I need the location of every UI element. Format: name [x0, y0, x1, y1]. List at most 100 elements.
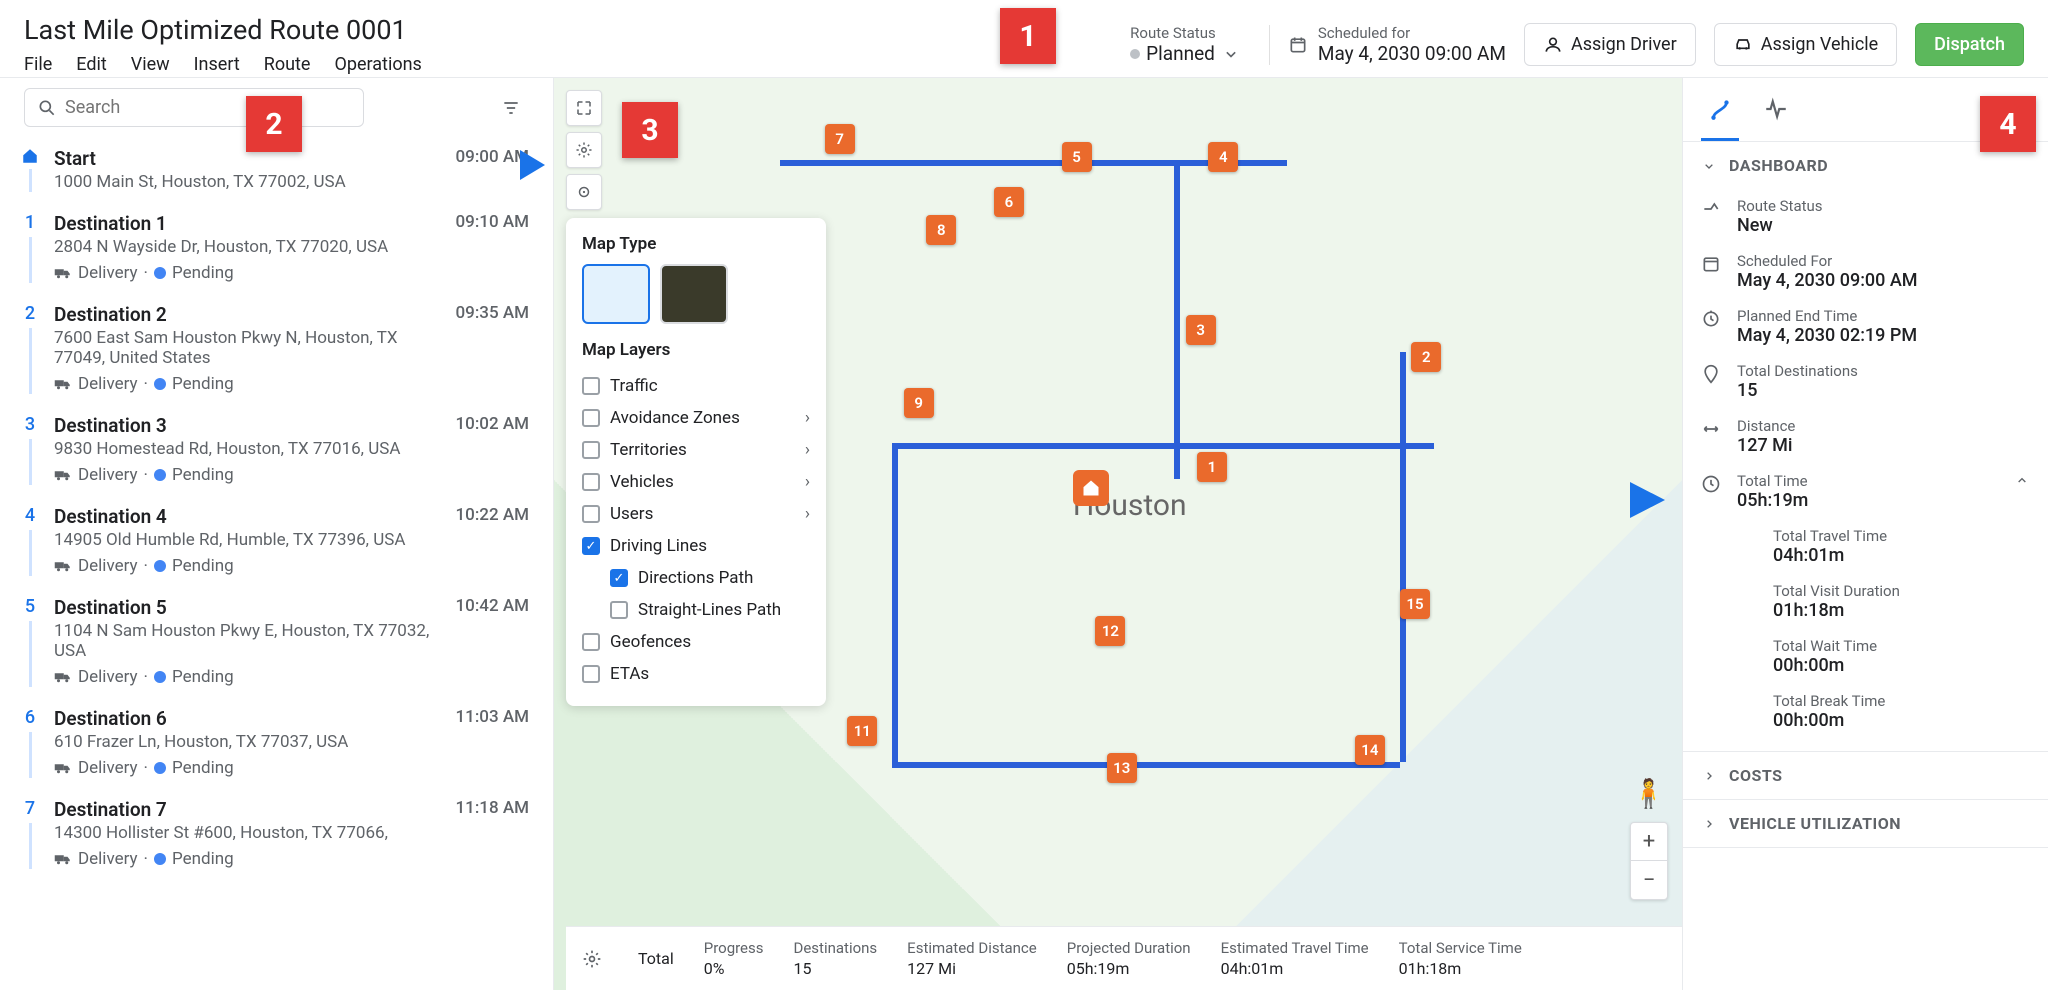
layer-etas[interactable]: ETAs — [582, 658, 810, 690]
stop-time: 10:02 AM — [456, 414, 530, 485]
route-status-block[interactable]: Route Status Planned — [1130, 24, 1251, 65]
truck-icon — [54, 377, 72, 391]
menu-operations[interactable]: Operations — [334, 54, 421, 75]
map-pin-12[interactable]: 12 — [1095, 616, 1125, 646]
zoom-in-button[interactable]: + — [1631, 823, 1667, 861]
layer-driving-lines[interactable]: Driving Lines — [582, 530, 810, 562]
map-pin-15[interactable]: 15 — [1400, 589, 1430, 619]
layer-vehicles[interactable]: Vehicles› — [582, 466, 810, 498]
dispatch-button[interactable]: Dispatch — [1915, 23, 2024, 66]
zoom-out-button[interactable]: − — [1631, 861, 1667, 899]
menu-file[interactable]: File — [24, 54, 52, 75]
settings-button[interactable] — [566, 132, 602, 168]
search-box[interactable] — [24, 88, 364, 127]
menu-route[interactable]: Route — [264, 54, 311, 75]
dash-row-value: 04h:01m — [1773, 545, 2030, 566]
assign-vehicle-button[interactable]: Assign Vehicle — [1714, 23, 1897, 66]
map-pin-5[interactable]: 5 — [1062, 142, 1092, 172]
assign-driver-button[interactable]: Assign Driver — [1524, 23, 1696, 66]
layer-territories[interactable]: Territories› — [582, 434, 810, 466]
dash-row-label: Total Visit Duration — [1773, 582, 2030, 600]
map-type-roadmap[interactable] — [582, 264, 650, 324]
stop-meta: Delivery · Pending — [54, 465, 444, 485]
dash-row-label: Total Time — [1737, 472, 2000, 490]
map-pin-8[interactable]: 8 — [926, 215, 956, 245]
dash-row-value: New — [1737, 215, 2030, 236]
body: Start 1000 Main St, Houston, TX 77002, U… — [0, 78, 2048, 990]
locate-button[interactable] — [566, 174, 602, 210]
truck-icon — [54, 761, 72, 775]
stop-item[interactable]: 6 Destination 6 610 Frazer Ln, Houston, … — [12, 697, 541, 788]
expand-icon[interactable] — [2014, 472, 2030, 492]
end-icon — [1701, 309, 1721, 329]
stop-number: 3 — [25, 414, 35, 435]
stats-settings-button[interactable] — [576, 943, 608, 975]
checkbox-icon — [582, 505, 600, 523]
costs-header[interactable]: COSTS — [1683, 752, 2048, 799]
callout-3: 3 — [622, 102, 678, 158]
map-pin-9[interactable]: 9 — [904, 388, 934, 418]
map-pin-13[interactable]: 13 — [1107, 753, 1137, 783]
stop-meta: Delivery · Pending — [54, 667, 444, 687]
menu-edit[interactable]: Edit — [76, 54, 106, 75]
map-pin-11[interactable]: 11 — [847, 716, 877, 746]
tab-activity[interactable] — [1757, 88, 1795, 141]
search-input[interactable] — [65, 97, 351, 118]
route-line — [892, 762, 1400, 768]
filter-icon[interactable] — [501, 98, 521, 118]
layer-straight-lines-path[interactable]: Straight-Lines Path — [582, 594, 810, 626]
vehicle-header[interactable]: VEHICLE UTILIZATION — [1683, 800, 2048, 847]
chevron-right-icon: › — [805, 504, 810, 524]
map-controls — [566, 90, 602, 210]
layer-geofences[interactable]: Geofences — [582, 626, 810, 658]
layer-label: Directions Path — [638, 568, 753, 588]
stop-item[interactable]: 4 Destination 4 14905 Old Humble Rd, Hum… — [12, 495, 541, 586]
pegman-icon[interactable]: 🧍 — [1631, 777, 1666, 810]
checkbox-icon — [582, 473, 600, 491]
layer-traffic[interactable]: Traffic — [582, 370, 810, 402]
checkbox-icon — [582, 665, 600, 683]
stop-title: Destination 5 — [54, 596, 444, 619]
stop-number: 4 — [25, 505, 35, 526]
layer-avoidance-zones[interactable]: Avoidance Zones› — [582, 402, 810, 434]
route-title: Last Mile Optimized Route 0001 — [24, 14, 422, 46]
stop-time: 09:35 AM — [456, 303, 530, 394]
map[interactable]: Houston 1234567891112131415 Map Type Map… — [554, 78, 1682, 990]
stop-item[interactable]: 5 Destination 5 1104 N Sam Houston Pkwy … — [12, 586, 541, 697]
chevron-right-icon — [1701, 768, 1717, 784]
map-pin-4[interactable]: 4 — [1208, 142, 1238, 172]
stat-destinations: Destinations15 — [794, 939, 878, 978]
map-pin-14[interactable]: 14 — [1355, 735, 1385, 765]
calendar-icon — [1288, 35, 1308, 55]
dashboard-row: Total Break Time00h:00m — [1701, 684, 2030, 739]
map-type-satellite[interactable] — [660, 264, 728, 324]
dash-row-value: May 4, 2030 09:00 AM — [1737, 270, 2030, 291]
menu-insert[interactable]: Insert — [194, 54, 240, 75]
map-pin-1[interactable]: 1 — [1197, 452, 1227, 482]
chevron-right-icon: › — [805, 440, 810, 460]
stop-item[interactable]: 2 Destination 2 7600 East Sam Houston Pk… — [12, 293, 541, 404]
dashboard-section: DASHBOARD Route StatusNewScheduled ForMa… — [1683, 142, 2048, 752]
stop-number: 1 — [25, 212, 35, 233]
stat-label: Estimated Distance — [907, 939, 1037, 957]
depot-marker[interactable] — [1073, 470, 1109, 506]
fullscreen-button[interactable] — [566, 90, 602, 126]
map-pin-2[interactable]: 2 — [1411, 342, 1441, 372]
stop-item[interactable]: 3 Destination 3 9830 Homestead Rd, Houst… — [12, 404, 541, 495]
target-icon — [575, 183, 593, 201]
stat-estimated-distance: Estimated Distance127 Mi — [907, 939, 1037, 978]
dash-row-value: 00h:00m — [1773, 655, 2030, 676]
dashboard-row: Distance127 Mi — [1701, 409, 2030, 464]
map-pin-3[interactable]: 3 — [1186, 315, 1216, 345]
map-pin-6[interactable]: 6 — [994, 187, 1024, 217]
stop-item[interactable]: 7 Destination 7 14300 Hollister St #600,… — [12, 788, 541, 879]
tab-route-info[interactable] — [1701, 88, 1739, 141]
stop-meta: Delivery · Pending — [54, 263, 444, 283]
map-pin-7[interactable]: 7 — [825, 124, 855, 154]
layer-directions-path[interactable]: Directions Path — [582, 562, 810, 594]
stop-item[interactable]: 1 Destination 1 2804 N Wayside Dr, Houst… — [12, 202, 541, 293]
layer-users[interactable]: Users› — [582, 498, 810, 530]
menu-view[interactable]: View — [131, 54, 170, 75]
callout-2: 2 — [246, 96, 302, 152]
stops-list[interactable]: Start 1000 Main St, Houston, TX 77002, U… — [0, 137, 553, 990]
